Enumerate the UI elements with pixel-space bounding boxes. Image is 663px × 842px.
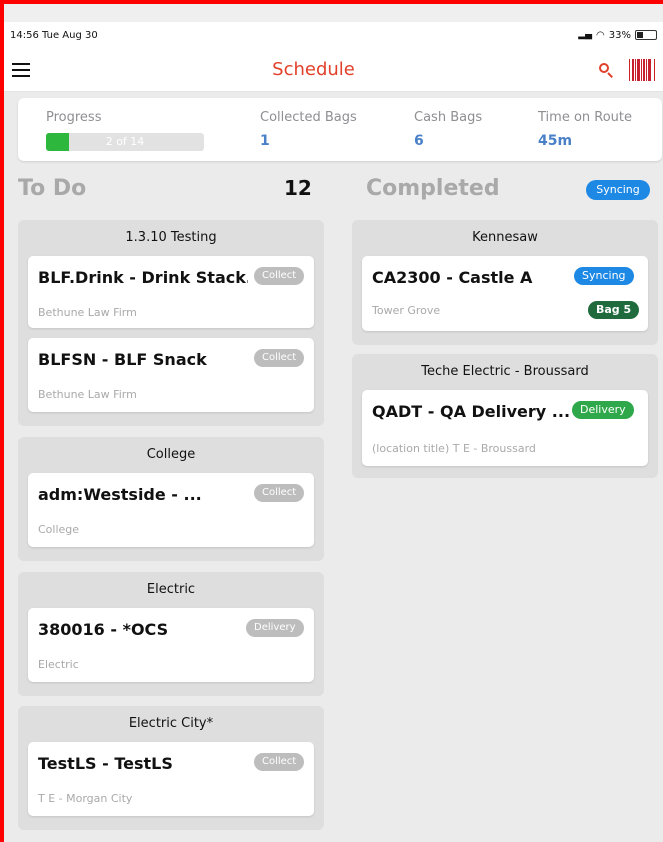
stop-card[interactable]: BLFSN - BLF Snack Collect Bethune Law Fi…	[28, 338, 314, 412]
cash-bags-value: 6	[414, 133, 424, 149]
collect-badge: Collect	[254, 484, 305, 502]
syncing-badge: Syncing	[574, 267, 634, 285]
stop-card[interactable]: CA2300 - Castle A Syncing Tower Grove Ba…	[362, 256, 648, 331]
group-title: Teche Electric - Broussard	[421, 364, 589, 379]
status-right: ▂▄ ◠ 33%	[578, 30, 657, 41]
menu-icon[interactable]	[12, 62, 30, 77]
stop-card[interactable]: TestLS - TestLS Collect T E - Morgan Cit…	[28, 742, 314, 816]
collect-badge: Collect	[254, 267, 305, 285]
group-title: College	[146, 447, 196, 462]
bag-badge: Bag 5	[588, 301, 640, 319]
group-title: Electric City*	[128, 716, 214, 731]
status-left: 14:56 Tue Aug 30	[10, 30, 98, 41]
status-time: 14:56	[10, 29, 39, 41]
completed-heading: Completed	[366, 176, 500, 201]
todo-group: College adm:Westside - ... Collect Colle…	[18, 437, 324, 561]
battery-icon	[635, 30, 657, 40]
stop-title: BLFSN - BLF Snack	[38, 350, 207, 369]
group-title: Electric	[146, 582, 196, 597]
barcode-icon[interactable]	[629, 58, 655, 81]
collected-bags-value: 1	[260, 133, 270, 149]
stop-title: adm:Westside - ...	[38, 485, 202, 504]
progress-text: 2 of 14	[105, 135, 145, 148]
stop-card[interactable]: BLF.Drink - Drink Stack... Collect Bethu…	[28, 256, 314, 328]
status-date: Tue Aug 30	[42, 29, 98, 41]
syncing-badge: Syncing	[586, 180, 650, 200]
delivery-badge: Delivery	[246, 619, 304, 637]
stop-title: BLF.Drink - Drink Stack...	[38, 268, 248, 287]
device-top-bar	[4, 4, 663, 22]
wifi-icon: ◠	[596, 29, 605, 41]
todo-heading: To Do	[18, 176, 87, 201]
status-bar: 14:56 Tue Aug 30 ▂▄ ◠ 33%	[4, 22, 663, 48]
time-on-route-value: 45m	[538, 133, 573, 149]
nav-bar: Schedule	[4, 48, 663, 92]
time-on-route-label: Time on Route	[538, 110, 633, 125]
stop-location: College	[38, 523, 80, 536]
stop-title: 380016 - *OCS	[38, 620, 169, 639]
stop-location: Tower Grove	[372, 304, 441, 317]
group-title: Kennesaw	[472, 230, 538, 245]
collected-bags-label: Collected Bags	[260, 110, 357, 125]
stop-location: Bethune Law Firm	[38, 306, 137, 319]
page-title: Schedule	[272, 59, 355, 80]
todo-count: 12	[284, 176, 312, 200]
collect-badge: Collect	[254, 349, 305, 367]
stop-title: TestLS - TestLS	[38, 754, 173, 773]
stop-card[interactable]: 380016 - *OCS Delivery Electric	[28, 608, 314, 682]
stop-title: CA2300 - Castle A	[372, 268, 533, 287]
completed-group: Teche Electric - Broussard QADT - QA Del…	[352, 354, 658, 478]
collect-badge: Collect	[254, 753, 305, 771]
stop-card[interactable]: QADT - QA Delivery ... Delivery (locatio…	[362, 390, 648, 466]
battery-percent: 33%	[608, 29, 631, 41]
stop-location: Electric	[38, 658, 79, 671]
delivery-badge: Delivery	[572, 401, 634, 419]
group-title: 1.3.10 Testing	[125, 230, 217, 245]
progress-label: Progress	[46, 110, 102, 125]
stop-location: Bethune Law Firm	[38, 388, 137, 401]
app-frame: 14:56 Tue Aug 30 ▂▄ ◠ 33% Schedule Progr…	[0, 0, 663, 842]
summary-panel: Progress 2 of 14 Collected Bags 1 Cash B…	[18, 98, 662, 161]
cash-bags-label: Cash Bags	[414, 110, 483, 125]
search-icon[interactable]	[597, 61, 615, 79]
stop-card[interactable]: adm:Westside - ... Collect College	[28, 473, 314, 547]
todo-group: 1.3.10 Testing BLF.Drink - Drink Stack..…	[18, 220, 324, 426]
progress-bar: 2 of 14	[46, 133, 204, 151]
signal-icon: ▂▄	[578, 30, 593, 40]
stop-title: QADT - QA Delivery ...	[372, 402, 571, 421]
stop-location: (location title) T E - Broussard	[372, 442, 536, 455]
todo-group: Electric 380016 - *OCS Delivery Electric	[18, 572, 324, 696]
nav-actions	[597, 58, 655, 81]
stop-location: T E - Morgan City	[38, 792, 133, 805]
todo-group: Electric City* TestLS - TestLS Collect T…	[18, 706, 324, 830]
completed-group: Kennesaw CA2300 - Castle A Syncing Tower…	[352, 220, 658, 345]
